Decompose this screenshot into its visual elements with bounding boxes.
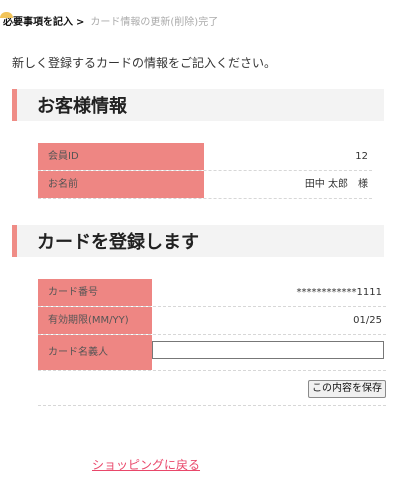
card-number-value: ************1111 xyxy=(296,287,382,298)
back-to-shopping-link[interactable]: ショッピングに戻る xyxy=(92,456,200,473)
save-row: この内容を保存 xyxy=(38,372,386,406)
current-step-marker-icon xyxy=(0,12,13,18)
card-holder-label: カード名義人 xyxy=(38,335,152,370)
breadcrumb-next-step: カード情報の更新(削除)完了 xyxy=(90,17,219,28)
card-holder-row: カード名義人 xyxy=(38,335,386,371)
save-button[interactable]: この内容を保存 xyxy=(308,380,386,398)
customer-name-label: お名前 xyxy=(38,171,204,198)
customer-info-heading: お客様情報 xyxy=(12,89,384,121)
expiry-label: 有効期限(MM/YY) xyxy=(38,307,152,334)
card-register-title: カードを登録します xyxy=(37,232,199,253)
member-id-row: 会員ID 12 xyxy=(38,143,372,171)
breadcrumb-separator: > xyxy=(76,17,85,28)
card-register-heading: カードを登録します xyxy=(12,225,384,257)
customer-info-title: お客様情報 xyxy=(37,96,127,117)
intro-text: 新しく登録するカードの情報をご記入ください。 xyxy=(12,56,277,70)
breadcrumb: 必要事項を記入 > カード情報の更新(削除)完了 xyxy=(3,13,218,28)
card-number-label: カード番号 xyxy=(38,279,152,306)
member-id-value: 12 xyxy=(355,151,368,162)
card-holder-input[interactable] xyxy=(152,341,384,359)
customer-name-row: お名前 田中 太郎 様 xyxy=(38,171,372,199)
expiry-row: 有効期限(MM/YY) 01/25 xyxy=(38,307,386,335)
member-id-label: 会員ID xyxy=(38,143,204,170)
breadcrumb-current-step: 必要事項を記入 xyxy=(3,17,73,28)
card-number-row: カード番号 ************1111 xyxy=(38,279,386,307)
expiry-value: 01/25 xyxy=(353,315,382,326)
customer-name-value: 田中 太郎 様 xyxy=(304,179,368,190)
